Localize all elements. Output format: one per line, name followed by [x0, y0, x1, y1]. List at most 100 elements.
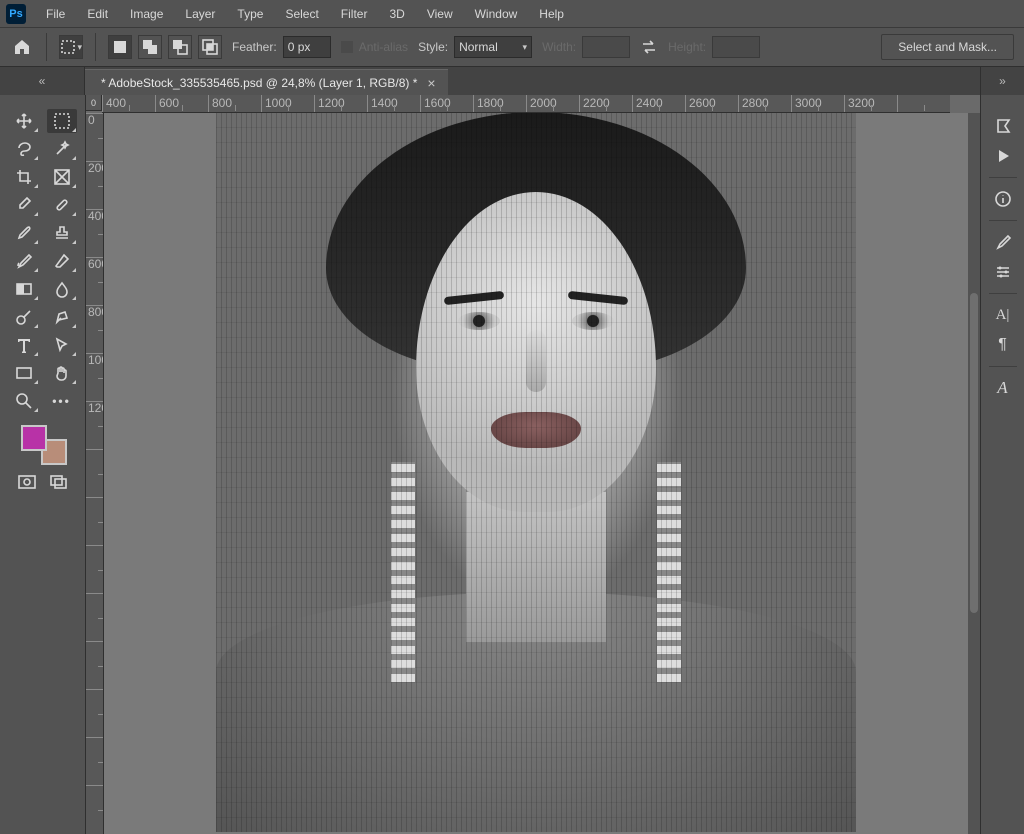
menu-help[interactable]: Help: [529, 3, 574, 25]
style-select[interactable]: Normal ▾: [454, 36, 532, 58]
document-tab-strip: « * AdobeStock_335535465.psd @ 24,8% (La…: [0, 67, 1024, 95]
lasso-tool[interactable]: [9, 137, 39, 161]
intersect-selection-button[interactable]: [198, 35, 222, 59]
anti-alias-label: Anti-alias: [359, 40, 408, 54]
menu-edit[interactable]: Edit: [77, 3, 118, 25]
adjustments-panel-button[interactable]: [988, 257, 1018, 287]
menu-layer[interactable]: Layer: [175, 3, 225, 25]
move-tool[interactable]: [9, 109, 39, 133]
anti-alias-field: Anti-alias: [341, 40, 408, 54]
feather-input[interactable]: [283, 36, 331, 58]
menu-file[interactable]: File: [36, 3, 75, 25]
options-bar: ▾ Feather: Anti-alias Style: Normal ▾ Wi…: [0, 27, 1024, 67]
crop-tool[interactable]: [9, 165, 39, 189]
collapse-right-panels[interactable]: »: [980, 67, 1024, 95]
select-and-mask-button[interactable]: Select and Mask...: [881, 34, 1014, 60]
selection-mode-group: [108, 35, 222, 59]
brush-tool[interactable]: [9, 221, 39, 245]
subtract-selection-button[interactable]: [168, 35, 192, 59]
menu-image[interactable]: Image: [120, 3, 173, 25]
droplet-icon: [53, 280, 71, 298]
canvas[interactable]: [104, 113, 968, 834]
stamp-tool[interactable]: [47, 221, 77, 245]
foreground-swatch[interactable]: [21, 425, 47, 451]
bandaid-icon: [53, 196, 71, 214]
brush-panel-button[interactable]: [988, 227, 1018, 257]
character-panel-icon: A|: [996, 307, 1010, 324]
character-panel-button[interactable]: A|: [988, 300, 1018, 330]
dots-icon: •••: [52, 394, 71, 408]
app-icon: Ps: [6, 4, 26, 24]
home-button[interactable]: [10, 35, 34, 59]
paragraph-panel-button[interactable]: ¶: [988, 330, 1018, 360]
int-sel-icon: [202, 39, 218, 55]
frame-tool[interactable]: [47, 165, 77, 189]
close-document-button[interactable]: ×: [427, 75, 435, 91]
eraser-tool[interactable]: [47, 249, 77, 273]
history-brush-icon: [15, 252, 33, 270]
menu-window[interactable]: Window: [465, 3, 528, 25]
menu-bar: Ps File Edit Image Layer Type Select Fil…: [0, 0, 1024, 27]
new-selection-button[interactable]: [108, 35, 132, 59]
add-selection-button[interactable]: [138, 35, 162, 59]
quick-mask-icon: [18, 475, 36, 489]
marquee-icon: [60, 39, 75, 55]
history-panel-button[interactable]: [988, 111, 1018, 141]
actions-panel-button[interactable]: [988, 141, 1018, 171]
hand-icon: [53, 364, 71, 382]
crop-icon: [15, 168, 33, 186]
zoom-icon: [15, 392, 33, 410]
gradient-icon: [15, 280, 33, 298]
right-panel-dock: A| ¶ A: [980, 95, 1024, 834]
scrollbar-vertical[interactable]: [968, 113, 980, 834]
eraser-icon: [53, 252, 71, 270]
healing-tool[interactable]: [47, 193, 77, 217]
width-input: [582, 36, 630, 58]
screen-mode-icon: [50, 475, 68, 489]
style-label: Style:: [418, 40, 448, 54]
edit-toolbar[interactable]: •••: [47, 389, 77, 413]
glyphs-panel-button[interactable]: A: [988, 373, 1018, 403]
feather-label: Feather:: [232, 40, 277, 54]
eyedropper-tool[interactable]: [9, 193, 39, 217]
hand-tool[interactable]: [47, 361, 77, 385]
anti-alias-checkbox: [341, 41, 353, 53]
pen-tool[interactable]: [47, 305, 77, 329]
canvas-image: [216, 113, 856, 832]
ruler-origin[interactable]: 0: [86, 95, 102, 111]
color-swatches[interactable]: [19, 425, 67, 465]
quick-mask-button[interactable]: [18, 475, 36, 489]
screen-mode-button[interactable]: [50, 475, 68, 489]
menu-type[interactable]: Type: [227, 3, 273, 25]
menu-select[interactable]: Select: [275, 3, 328, 25]
path-select-tool[interactable]: [47, 333, 77, 357]
ruler-vertical[interactable]: 0 20040060080010001200: [86, 113, 104, 834]
type-tool[interactable]: [9, 333, 39, 357]
info-panel-button[interactable]: [988, 184, 1018, 214]
menu-3d[interactable]: 3D: [379, 3, 414, 25]
workspace: ••• 0 4006008001000120014001600180020002…: [0, 95, 1024, 834]
quick-select-tool[interactable]: [47, 137, 77, 161]
menu-filter[interactable]: Filter: [331, 3, 378, 25]
menu-view[interactable]: View: [417, 3, 463, 25]
marquee-rect-icon: [53, 112, 71, 130]
brush-panel-icon: [994, 233, 1012, 251]
gradient-tool[interactable]: [9, 277, 39, 301]
tool-preset-marquee[interactable]: ▾: [59, 35, 83, 59]
toolbox: •••: [0, 95, 85, 834]
ruler-horizontal[interactable]: 4006008001000120014001600180020002200240…: [102, 95, 950, 113]
collapse-left-panels[interactable]: «: [0, 67, 85, 95]
zoom-tool[interactable]: [9, 389, 39, 413]
rectangle-tool[interactable]: [9, 361, 39, 385]
document-tab[interactable]: * AdobeStock_335535465.psd @ 24,8% (Laye…: [85, 69, 448, 95]
blur-tool[interactable]: [47, 277, 77, 301]
move-icon: [15, 112, 33, 130]
lasso-icon: [15, 140, 33, 158]
history-brush-tool[interactable]: [9, 249, 39, 273]
marquee-tool[interactable]: [47, 109, 77, 133]
eyedropper-icon: [15, 196, 33, 214]
scrollbar-thumb[interactable]: [970, 293, 978, 613]
dodge-tool[interactable]: [9, 305, 39, 329]
chevron-down-icon: ▾: [77, 42, 82, 53]
square-icon: [113, 40, 127, 54]
